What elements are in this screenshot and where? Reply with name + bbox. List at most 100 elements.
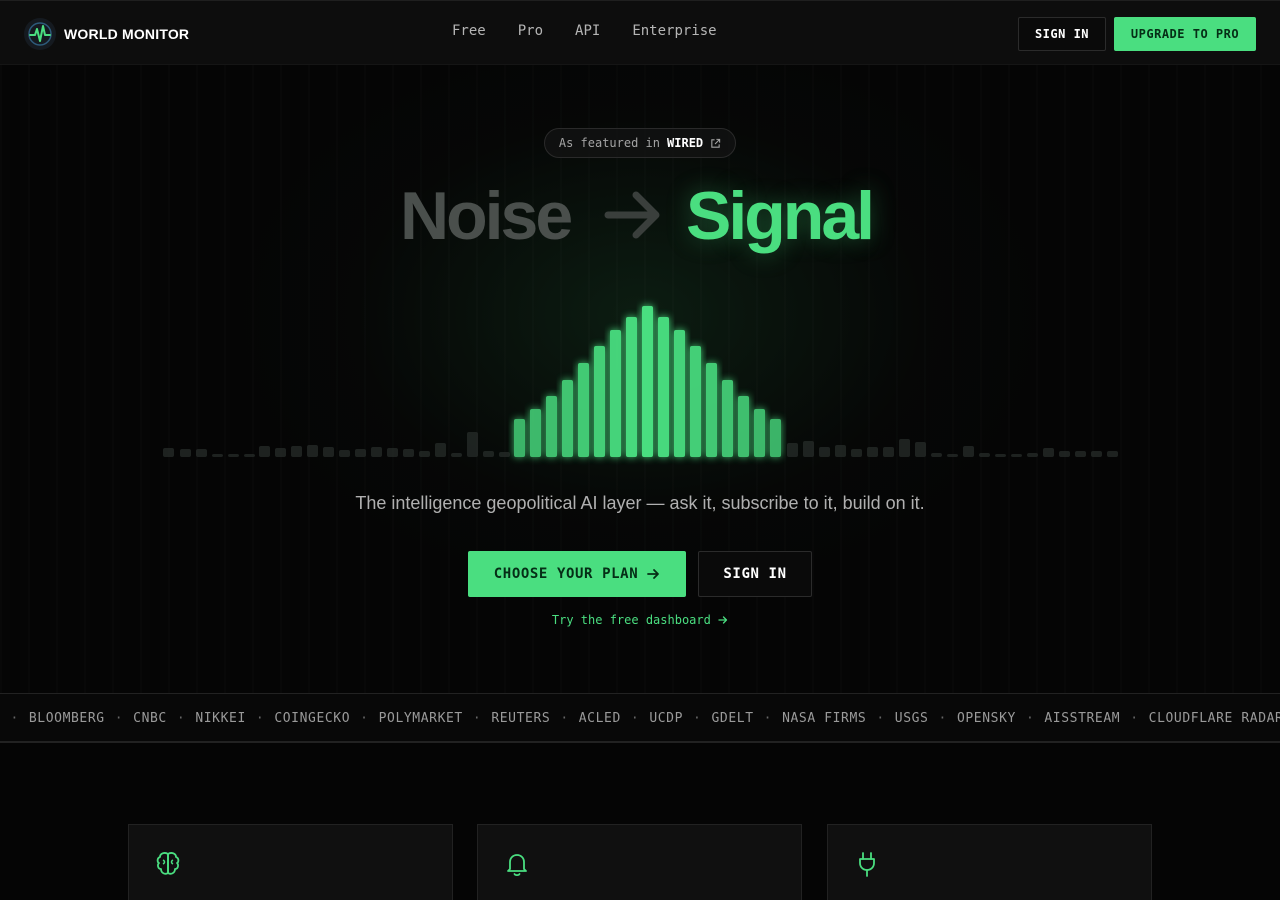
brand-name: WORLD MONITOR [64, 26, 190, 42]
arrow-right-icon [647, 569, 660, 579]
noise-bar [947, 454, 958, 457]
noise-bar [355, 449, 366, 457]
noise-bar [995, 454, 1006, 457]
ticker-separator: · [876, 710, 885, 726]
arrow-right-icon [604, 191, 660, 239]
signal-bar [594, 346, 605, 457]
signal-bar [562, 380, 573, 457]
ticker-separator: · [472, 710, 482, 726]
signal-bar [626, 317, 637, 457]
choose-plan-label: CHOOSE YOUR PLAN [493, 566, 639, 582]
noise-bar [1011, 454, 1022, 457]
ticker-source: AISSTREAM [1044, 710, 1121, 726]
hero-signin-button[interactable]: SIGN IN [698, 551, 812, 597]
ticker-separator: · [630, 710, 640, 726]
featured-prefix: As featured in [558, 136, 661, 150]
signal-bar [754, 409, 765, 457]
signal-bar [514, 419, 525, 457]
noise-bar [163, 448, 174, 457]
signal-bar [722, 380, 733, 457]
headline-noise: Noise [400, 178, 573, 254]
noise-bar [212, 454, 223, 457]
noise-bar [1059, 451, 1070, 457]
noise-bar [275, 448, 286, 457]
feature-card[interactable] [477, 824, 802, 900]
ticker-source: BLOOMBERG [28, 710, 105, 726]
feature-card[interactable] [128, 824, 453, 900]
noise-bar [180, 449, 191, 457]
ticker-source: POLYMARKET [378, 710, 463, 726]
signal-bar [674, 330, 685, 457]
featured-in-badge[interactable]: As featured in WIRED [544, 128, 736, 158]
feature-card[interactable] [827, 824, 1152, 900]
arrow-right-icon [718, 616, 728, 624]
noise-bar [899, 439, 910, 457]
ticker-source: CNBC [133, 710, 167, 726]
nav-link-api[interactable]: API [575, 23, 600, 39]
ticker-source: COINGECKO [274, 710, 351, 726]
noise-bar [883, 447, 894, 457]
pulse-globe-icon [24, 18, 56, 50]
ticker-separator: · [255, 710, 265, 726]
ticker-separator: · [1025, 710, 1035, 726]
noise-bar [419, 451, 430, 457]
noise-bar [196, 449, 207, 457]
noise-bar [467, 432, 478, 457]
noise-bar [451, 453, 462, 457]
brand[interactable]: WORLD MONITOR [24, 18, 189, 50]
hero-tagline: The intelligence geopolitical AI layer —… [355, 493, 925, 513]
ticker-separator: · [938, 710, 947, 726]
noise-bar [1043, 448, 1054, 457]
upgrade-to-pro-button[interactable]: UPGRADE TO PRO [1114, 17, 1256, 51]
ticker-source: GDELT [711, 710, 754, 726]
bell-icon [507, 854, 527, 877]
ticker-source: NASA FIRMS [782, 710, 867, 726]
noise-bar [803, 441, 814, 457]
noise-bar [1027, 453, 1038, 457]
hero-headline: Noise Signal [0, 171, 1280, 261]
nav-link-enterprise[interactable]: Enterprise [632, 23, 716, 39]
signal-bar [770, 419, 781, 457]
nav-link-pro[interactable]: Pro [518, 23, 543, 39]
features-section [0, 745, 1280, 900]
noise-bar [819, 447, 830, 457]
signal-bar [738, 396, 749, 457]
ticker-separator: · [1130, 710, 1139, 726]
choose-plan-button[interactable]: CHOOSE YOUR PLAN [468, 551, 686, 597]
signal-bars [163, 306, 1118, 457]
noise-bar [371, 447, 382, 457]
signal-bar [546, 396, 557, 457]
noise-bar [259, 446, 270, 457]
featured-brand: WIRED [667, 136, 704, 150]
noise-bar [963, 446, 974, 457]
noise-bar [228, 454, 239, 457]
ticker-source: ACLED [578, 710, 621, 726]
signal-bar [706, 363, 717, 457]
signal-bar [658, 317, 669, 457]
noise-bar [1075, 451, 1086, 457]
nav-signin-button[interactable]: SIGN IN [1018, 17, 1106, 51]
noise-bar [979, 453, 990, 457]
noise-bar [787, 443, 798, 457]
ticker-source: NIKKEI [195, 710, 246, 726]
ticker-track: D·BLOOMBERG·CNBC·NIKKEI·COINGECKO·POLYMA… [0, 694, 1280, 741]
nav-link-free[interactable]: Free [452, 23, 486, 39]
signal-bar [610, 330, 621, 457]
ticker-separator: · [560, 710, 569, 726]
noise-bar [835, 445, 846, 457]
noise-bar [867, 447, 878, 457]
ticker-separator: · [360, 710, 369, 726]
noise-bar [1091, 451, 1102, 457]
noise-bar [323, 447, 334, 457]
noise-bar [499, 452, 510, 457]
signal-bar [690, 346, 701, 457]
signal-bar [530, 409, 541, 457]
try-free-dashboard-link[interactable]: Try the free dashboard [0, 613, 1280, 627]
ticker-separator: · [114, 710, 124, 726]
noise-bar [339, 450, 350, 457]
data-sources-ticker: D·BLOOMBERG·CNBC·NIKKEI·COINGECKO·POLYMA… [0, 693, 1280, 743]
top-navbar: WORLD MONITOR Free Pro API Enterprise SI… [0, 0, 1280, 65]
ticker-separator: · [693, 710, 702, 726]
noise-bar [291, 446, 302, 457]
ticker-source: CLOUDFLARE RADAR [1148, 710, 1280, 726]
